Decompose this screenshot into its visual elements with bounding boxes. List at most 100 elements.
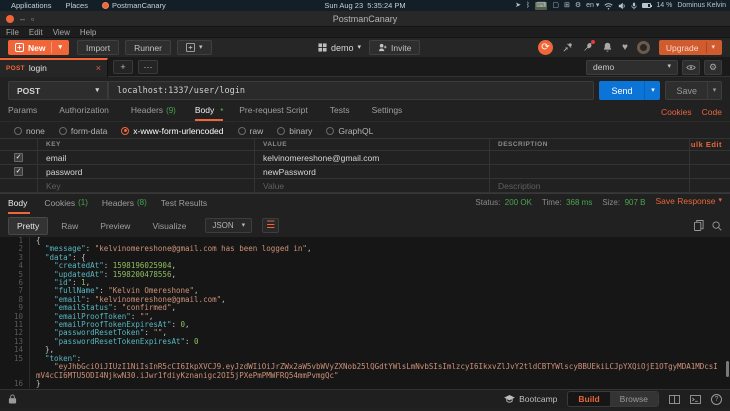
environment-selector[interactable]: demo ▾ [586,59,678,75]
window-tray-icon[interactable]: ▢ [552,2,559,10]
new-tab-button[interactable]: + [113,60,133,74]
bluetooth-icon[interactable]: ᛒ [526,2,530,10]
upgrade-button[interactable]: Upgrade ▾ [658,40,722,55]
wifi-icon[interactable] [604,2,613,10]
kv-table-row[interactable]: ✓ email kelvinomereshone@gmail.com [0,150,730,165]
menu-item[interactable]: Help [80,28,96,37]
body-mode-radio[interactable]: raw [237,126,263,136]
save-dropdown-caret-icon[interactable]: ▾ [707,82,721,99]
upgrade-dropdown-caret-icon[interactable]: ▾ [711,44,715,51]
workspace-grid-icon[interactable]: ⊞ [564,2,570,10]
response-tab[interactable]: Headers (8) [102,198,147,214]
request-config-tab[interactable]: Body ● [194,105,224,121]
menu-item[interactable]: File [6,28,19,37]
settings-tray-icon[interactable]: ⚙ [575,2,581,10]
browse-toggle[interactable]: Browse [609,392,658,406]
import-button[interactable]: Import [77,40,120,55]
code-link[interactable]: Code [702,107,722,121]
row-checkbox[interactable]: ✓ [14,167,23,176]
response-view-tab[interactable]: Pretty [8,216,49,235]
workspace-switcher[interactable]: demo ▾ [318,43,361,53]
response-tab[interactable]: Test Results [161,198,210,214]
body-mode-radio[interactable]: none [14,126,45,136]
places-menu[interactable]: Places [58,1,95,10]
bootcamp-button[interactable]: Bootcamp [504,394,557,404]
settings-button[interactable] [582,40,595,53]
response-view-tab[interactable]: Raw [52,217,87,235]
response-view-tab[interactable]: Visualize [143,217,195,235]
user-menu[interactable]: Dominus Kelvin [677,2,726,9]
request-config-tab[interactable]: Authorization [59,105,115,121]
tab-options-button[interactable]: ⋯ [138,60,158,74]
invite-button[interactable]: Invite [369,40,421,55]
split-pane-icon[interactable] [669,394,680,404]
language-selector[interactable]: JSON ▾ [205,218,253,233]
active-app-indicator[interactable]: PostmanCanary [95,1,173,10]
response-tab[interactable]: Cookies (1) [44,198,88,214]
kv-description-placeholder[interactable]: Description [490,179,690,192]
new-dropdown-caret-icon[interactable]: ▾ [58,44,62,51]
save-button[interactable]: Save ▾ [665,81,722,100]
console-icon[interactable] [690,394,701,404]
response-tab[interactable]: Body [8,198,31,214]
cookies-link[interactable]: Cookies [661,107,692,121]
kv-key-cell[interactable]: email [38,151,255,164]
user-avatar[interactable] [636,41,650,54]
environment-quick-look-button[interactable] [682,59,700,75]
runner-button[interactable]: Runner [125,40,171,55]
send-button[interactable]: Send ▾ [599,81,661,100]
applications-menu[interactable]: Applications [4,1,58,10]
request-config-tab[interactable]: Headers (9) [131,105,179,121]
keyboard-indicator-icon[interactable]: ⌨ [535,1,548,10]
url-input[interactable] [108,81,595,100]
kv-description-cell[interactable] [490,165,690,178]
window-close-button[interactable] [6,14,14,23]
clock[interactable]: Sun Aug 23 5:35:24 PM [324,1,405,10]
bulk-edit-link[interactable]: Bulk Edit [690,140,722,149]
send-dropdown-caret-icon[interactable]: ▾ [644,81,660,100]
window-maximize-button[interactable]: ▫ [31,14,34,23]
request-config-tab[interactable]: Settings [372,105,409,121]
scrollbar-thumb[interactable] [726,361,729,377]
menu-item[interactable]: View [53,28,70,37]
body-mode-radio[interactable]: x-www-form-urlencoded [121,126,224,136]
request-config-tab[interactable]: Pre-request Script [239,105,314,121]
copy-response-icon[interactable] [694,220,704,231]
notifications-button[interactable] [602,42,613,53]
search-response-icon[interactable] [712,220,722,231]
keyboard-layout[interactable]: en ▾ [586,2,599,9]
body-mode-radio[interactable]: binary [277,126,312,136]
sync-button[interactable]: ⟳ [537,40,553,55]
request-config-tab[interactable]: Params [8,105,43,121]
request-config-tab[interactable]: Tests [330,105,356,121]
kv-key-cell[interactable]: password [38,165,255,178]
kv-description-cell[interactable] [490,151,690,164]
kv-placeholder-row[interactable]: Key Value Description [0,178,730,193]
kv-value-cell[interactable]: newPassword [255,165,490,178]
response-view-tab[interactable]: Preview [91,217,139,235]
save-response-button[interactable]: Save Response ▾ [655,196,722,206]
volume-icon[interactable] [618,2,626,10]
request-tab[interactable]: POST login × [0,57,108,77]
environment-settings-button[interactable]: ⚙ [704,59,722,75]
body-mode-radio[interactable]: form-data [58,126,107,136]
menu-item[interactable]: Edit [29,28,43,37]
window-minimize-button[interactable]: – [20,14,25,23]
new-button[interactable]: + New ▾ [8,40,69,55]
body-mode-radio[interactable]: GraphQL [326,126,373,136]
kv-value-placeholder[interactable]: Value [255,179,490,192]
kv-table-row[interactable]: ✓ password newPassword [0,164,730,179]
tab-close-icon[interactable]: × [96,63,101,73]
method-selector[interactable]: POST ▾ [8,81,108,100]
row-checkbox[interactable]: ✓ [14,153,23,162]
wrap-lines-button[interactable]: ☰ [262,218,280,233]
capture-requests-button[interactable] [562,42,573,53]
new-window-button[interactable]: ▾ [176,40,212,55]
help-button[interactable]: ? [711,393,722,405]
response-body-viewer[interactable]: 1 { 2 "message": "kelvinomereshone@gmail… [0,237,730,389]
build-toggle[interactable]: Build [568,392,610,406]
lock-icon[interactable] [8,394,17,404]
microphone-icon[interactable] [631,2,638,10]
messenger-tray-icon[interactable]: ➤ [515,2,521,10]
favorites-button[interactable]: ♥ [622,42,628,53]
